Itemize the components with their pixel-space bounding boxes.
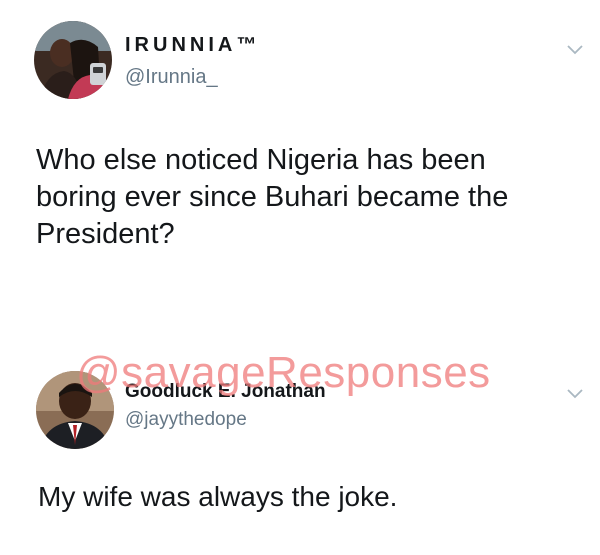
tweet-text: Who else noticed Nigeria has been boring… bbox=[36, 142, 576, 253]
avatar-photo-icon bbox=[34, 21, 112, 99]
chevron-down-icon[interactable] bbox=[567, 386, 583, 399]
tweet-card[interactable]: IRUNNIA™ @Irunnia_ Who else noticed Nige… bbox=[0, 0, 600, 330]
tweet-text-line: My wife was always the joke. bbox=[38, 481, 398, 512]
user-handle[interactable]: @Irunnia_ bbox=[125, 66, 218, 89]
tweet-text-line: President? bbox=[36, 218, 175, 250]
tweet-text: My wife was always the joke. bbox=[38, 478, 578, 515]
tweet-text-line: Who else noticed Nigeria has been bbox=[36, 144, 486, 176]
chevron-down-icon[interactable] bbox=[567, 42, 583, 55]
user-handle[interactable]: @jayythedope bbox=[125, 409, 247, 431]
avatar[interactable] bbox=[34, 21, 112, 99]
display-name[interactable]: IRUNNIA™ bbox=[125, 34, 260, 57]
watermark: @savageResponses bbox=[76, 348, 491, 397]
tweet-text-line: boring ever since Buhari became the bbox=[36, 181, 509, 213]
